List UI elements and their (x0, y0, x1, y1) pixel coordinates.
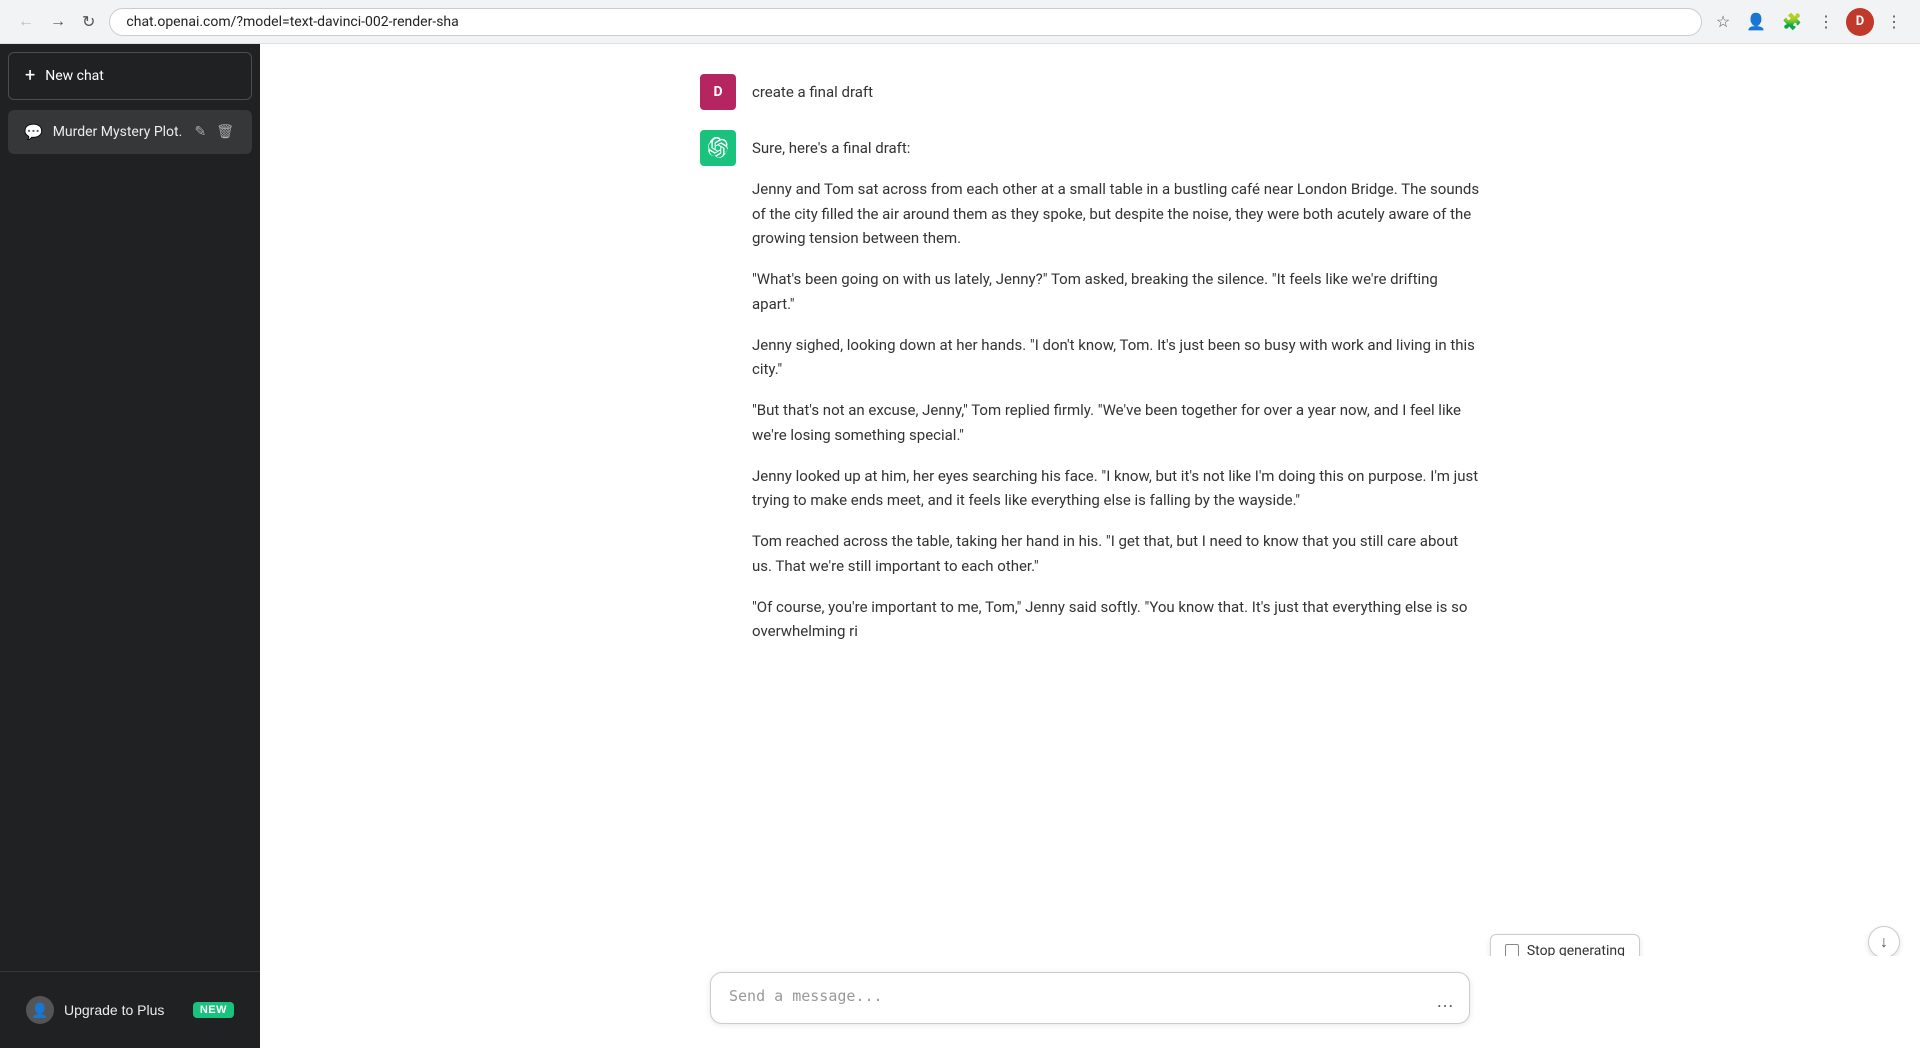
edit-chat-icon[interactable]: ✎ (192, 122, 208, 142)
extensions-icon[interactable]: 🧩 (1778, 8, 1806, 36)
sidebar-history: 💬 Murder Mystery Plot. ✎ 🗑 (0, 108, 260, 971)
assistant-paragraph-5: Tom reached across the table, taking her… (752, 529, 1480, 579)
user-avatar-chat: D (700, 74, 736, 110)
back-button[interactable]: ← (14, 9, 38, 35)
new-badge: NEW (193, 1002, 234, 1018)
input-more-button[interactable]: … (1432, 987, 1458, 1016)
assistant-paragraph-4: Jenny looked up at him, her eyes searchi… (752, 464, 1480, 514)
input-actions: … (1432, 987, 1458, 1016)
more-tools-icon[interactable]: ⋮ (1814, 8, 1838, 36)
assistant-message-row: Sure, here's a final draft: Jenny and To… (660, 120, 1520, 654)
scroll-down-icon: ↓ (1880, 932, 1888, 952)
user-icon: 👤 (26, 996, 54, 1024)
message-input[interactable] (710, 972, 1470, 1024)
user-message-content: create a final draft (752, 74, 1480, 105)
assistant-avatar (700, 130, 736, 166)
new-chat-label: New chat (45, 68, 104, 84)
profile-icon[interactable]: 👤 (1742, 8, 1770, 36)
chat-area: D create a final draft Sure, here's a fi… (260, 44, 1920, 1048)
scroll-to-bottom-button[interactable]: ↓ (1868, 926, 1900, 958)
assistant-paragraph-3: "But that's not an excuse, Jenny," Tom r… (752, 398, 1480, 448)
upgrade-to-plus-button[interactable]: 👤 Upgrade to Plus NEW (12, 984, 248, 1036)
browser-menu-icon[interactable]: ⋮ (1882, 8, 1906, 36)
new-chat-button[interactable]: + New chat (8, 52, 252, 100)
assistant-intro: Sure, here's a final draft: (752, 136, 1480, 161)
browser-bar: ← → ↻ chat.openai.com/?model=text-davinc… (0, 0, 1920, 44)
chat-icon: 💬 (24, 123, 43, 141)
assistant-paragraph-6: "Of course, you're important to me, Tom,… (752, 595, 1480, 645)
delete-chat-icon[interactable]: 🗑 (214, 122, 236, 142)
browser-controls: ← → ↻ (14, 8, 99, 36)
assistant-paragraph-0: Jenny and Tom sat across from each other… (752, 177, 1480, 251)
user-message-text: create a final draft (752, 83, 873, 101)
bookmark-icon[interactable]: ☆ (1712, 8, 1734, 36)
upgrade-text: Upgrade to Plus (64, 1002, 183, 1018)
assistant-message-content: Sure, here's a final draft: Jenny and To… (752, 130, 1480, 644)
input-area: … (260, 956, 1920, 1048)
forward-button[interactable]: → (46, 9, 70, 35)
plus-icon: + (25, 67, 35, 85)
sidebar: + New chat 💬 Murder Mystery Plot. ✎ 🗑 👤 … (0, 44, 260, 1048)
sidebar-chat-actions: ✎ 🗑 (192, 122, 236, 142)
sidebar-chat-item[interactable]: 💬 Murder Mystery Plot. ✎ 🗑 (8, 110, 252, 154)
input-wrapper: … (710, 972, 1470, 1028)
browser-right-icons: ☆ 👤 🧩 ⋮ D ⋮ (1712, 8, 1906, 36)
user-message-row: D create a final draft (660, 64, 1520, 120)
address-bar[interactable]: chat.openai.com/?model=text-davinci-002-… (109, 8, 1701, 36)
assistant-paragraph-1: "What's been going on with us lately, Je… (752, 267, 1480, 317)
sidebar-chat-label: Murder Mystery Plot. (53, 124, 183, 140)
sidebar-bottom: 👤 Upgrade to Plus NEW (0, 971, 260, 1048)
reload-button[interactable]: ↻ (78, 8, 99, 36)
address-text: chat.openai.com/?model=text-davinci-002-… (126, 14, 458, 30)
user-avatar[interactable]: D (1846, 8, 1874, 36)
assistant-paragraph-2: Jenny sighed, looking down at her hands.… (752, 333, 1480, 383)
main-content: D create a final draft Sure, here's a fi… (260, 44, 1920, 1048)
